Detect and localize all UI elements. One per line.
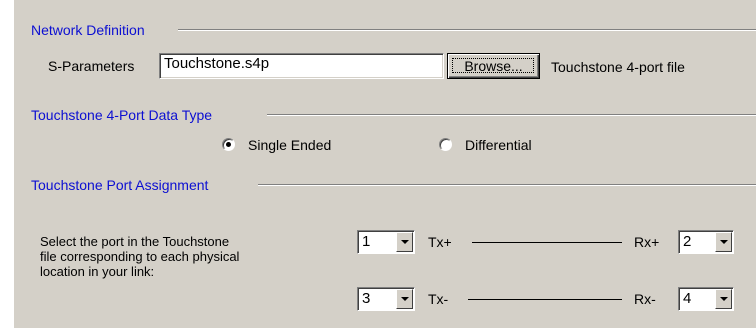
differential-label[interactable]: Differential xyxy=(465,136,532,154)
chevron-down-icon xyxy=(401,297,409,301)
sparameters-label: S-Parameters xyxy=(48,58,135,74)
network-definition-separator xyxy=(178,29,756,31)
dropdown-button[interactable] xyxy=(396,289,413,309)
chevron-down-icon xyxy=(401,240,409,244)
single-ended-label[interactable]: Single Ended xyxy=(248,136,331,154)
data-type-separator xyxy=(267,114,756,116)
dropdown-button[interactable] xyxy=(396,232,413,252)
instruction-line-3: location in your link: xyxy=(40,264,155,279)
dropdown-button[interactable] xyxy=(715,289,732,309)
browse-button-label: Browse... xyxy=(464,58,523,74)
instruction-line-1: Select the port in the Touchstone xyxy=(40,234,230,249)
chevron-down-icon xyxy=(720,297,728,301)
rx-plus-port-select[interactable]: 2 xyxy=(678,230,734,254)
file-description: Touchstone 4-port file xyxy=(551,59,685,75)
rx-plus-port-value: 2 xyxy=(683,233,692,250)
rx-minus-port-value: 4 xyxy=(683,290,692,307)
dropdown-button[interactable] xyxy=(715,232,732,252)
data-type-title: Touchstone 4-Port Data Type xyxy=(31,107,213,123)
rx-plus-label: Rx+ xyxy=(634,234,660,250)
rx-minus-label: Rx- xyxy=(634,291,656,307)
sparameters-file-input[interactable]: Touchstone.s4p xyxy=(159,53,444,79)
tx-minus-port-select[interactable]: 3 xyxy=(357,287,415,311)
tx-minus-label: Tx- xyxy=(428,291,449,307)
differential-radio[interactable] xyxy=(439,138,452,151)
single-ended-radio[interactable] xyxy=(222,138,235,151)
tx-plus-rx-plus-link xyxy=(472,242,622,243)
network-definition-title: Network Definition xyxy=(31,22,145,38)
radio-selected-dot xyxy=(226,142,231,147)
chevron-down-icon xyxy=(720,240,728,244)
tx-plus-label: Tx+ xyxy=(428,234,452,250)
port-assignment-separator xyxy=(258,184,756,186)
tx-plus-port-value: 1 xyxy=(362,233,371,250)
tx-minus-rx-minus-link xyxy=(468,299,622,300)
tx-minus-port-value: 3 xyxy=(362,290,371,307)
dialog-panel: Network Definition S-Parameters Touchsto… xyxy=(14,0,756,328)
rx-minus-port-select[interactable]: 4 xyxy=(678,287,734,311)
browse-button[interactable]: Browse... xyxy=(447,53,540,79)
tx-plus-port-select[interactable]: 1 xyxy=(357,230,415,254)
port-assignment-title: Touchstone Port Assignment xyxy=(31,177,209,193)
instruction-line-2: file corresponding to each physical xyxy=(40,249,240,264)
